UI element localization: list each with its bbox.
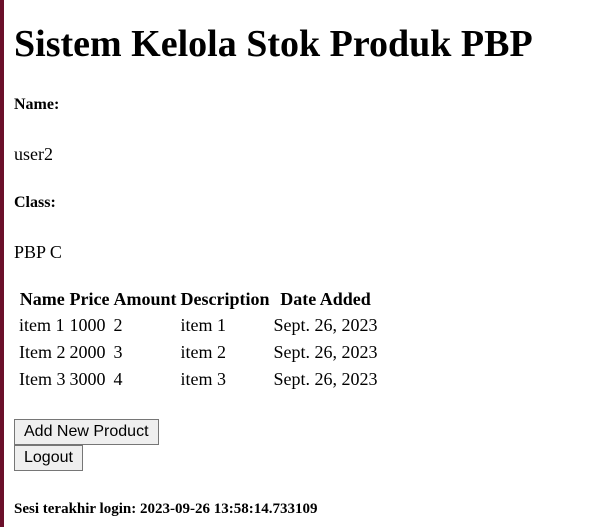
page-title: Sistem Kelola Stok Produk PBP xyxy=(14,23,533,65)
cell-date-added: Sept. 26, 2023 xyxy=(273,315,378,335)
cell-name: Item 2 xyxy=(19,342,66,362)
cell-amount: 2 xyxy=(113,315,123,335)
product-table: Name Price Amount Description Date Added… xyxy=(16,286,381,394)
cell-date-added: Sept. 26, 2023 xyxy=(273,369,378,389)
cell-name: item 1 xyxy=(19,315,65,335)
column-header-name: Name xyxy=(19,289,65,309)
cell-price: 1000 xyxy=(69,315,106,335)
table-row: Item 2 2000 3 item 2 Sept. 26, 2023 xyxy=(18,340,379,365)
table-row: item 1 1000 2 item 1 Sept. 26, 2023 xyxy=(18,313,379,338)
add-new-product-button[interactable]: Add New Product xyxy=(14,419,159,445)
column-header-amount: Amount xyxy=(113,289,177,309)
table-header-row: Name Price Amount Description Date Added xyxy=(18,288,379,311)
table-row: Item 3 3000 4 item 3 Sept. 26, 2023 xyxy=(18,367,379,392)
column-header-date-added: Date Added xyxy=(280,289,371,309)
last-login-text: Sesi terakhir login: 2023-09-26 13:58:14… xyxy=(14,501,318,517)
class-value: PBP C xyxy=(14,242,62,262)
column-header-price: Price xyxy=(69,289,110,309)
cell-date-added: Sept. 26, 2023 xyxy=(273,342,378,362)
cell-amount: 3 xyxy=(113,342,123,362)
window-left-edge xyxy=(0,0,4,527)
cell-description: item 1 xyxy=(180,315,226,335)
cell-description: item 3 xyxy=(180,369,226,389)
column-header-description: Description xyxy=(180,289,270,309)
cell-description: item 2 xyxy=(180,342,226,362)
cell-price: 2000 xyxy=(69,342,106,362)
name-value: user2 xyxy=(14,144,53,164)
logout-button[interactable]: Logout xyxy=(14,445,83,471)
cell-amount: 4 xyxy=(113,369,123,389)
name-label: Name: xyxy=(14,96,60,113)
cell-name: Item 3 xyxy=(19,369,66,389)
class-label: Class: xyxy=(14,194,56,211)
cell-price: 3000 xyxy=(69,369,106,389)
